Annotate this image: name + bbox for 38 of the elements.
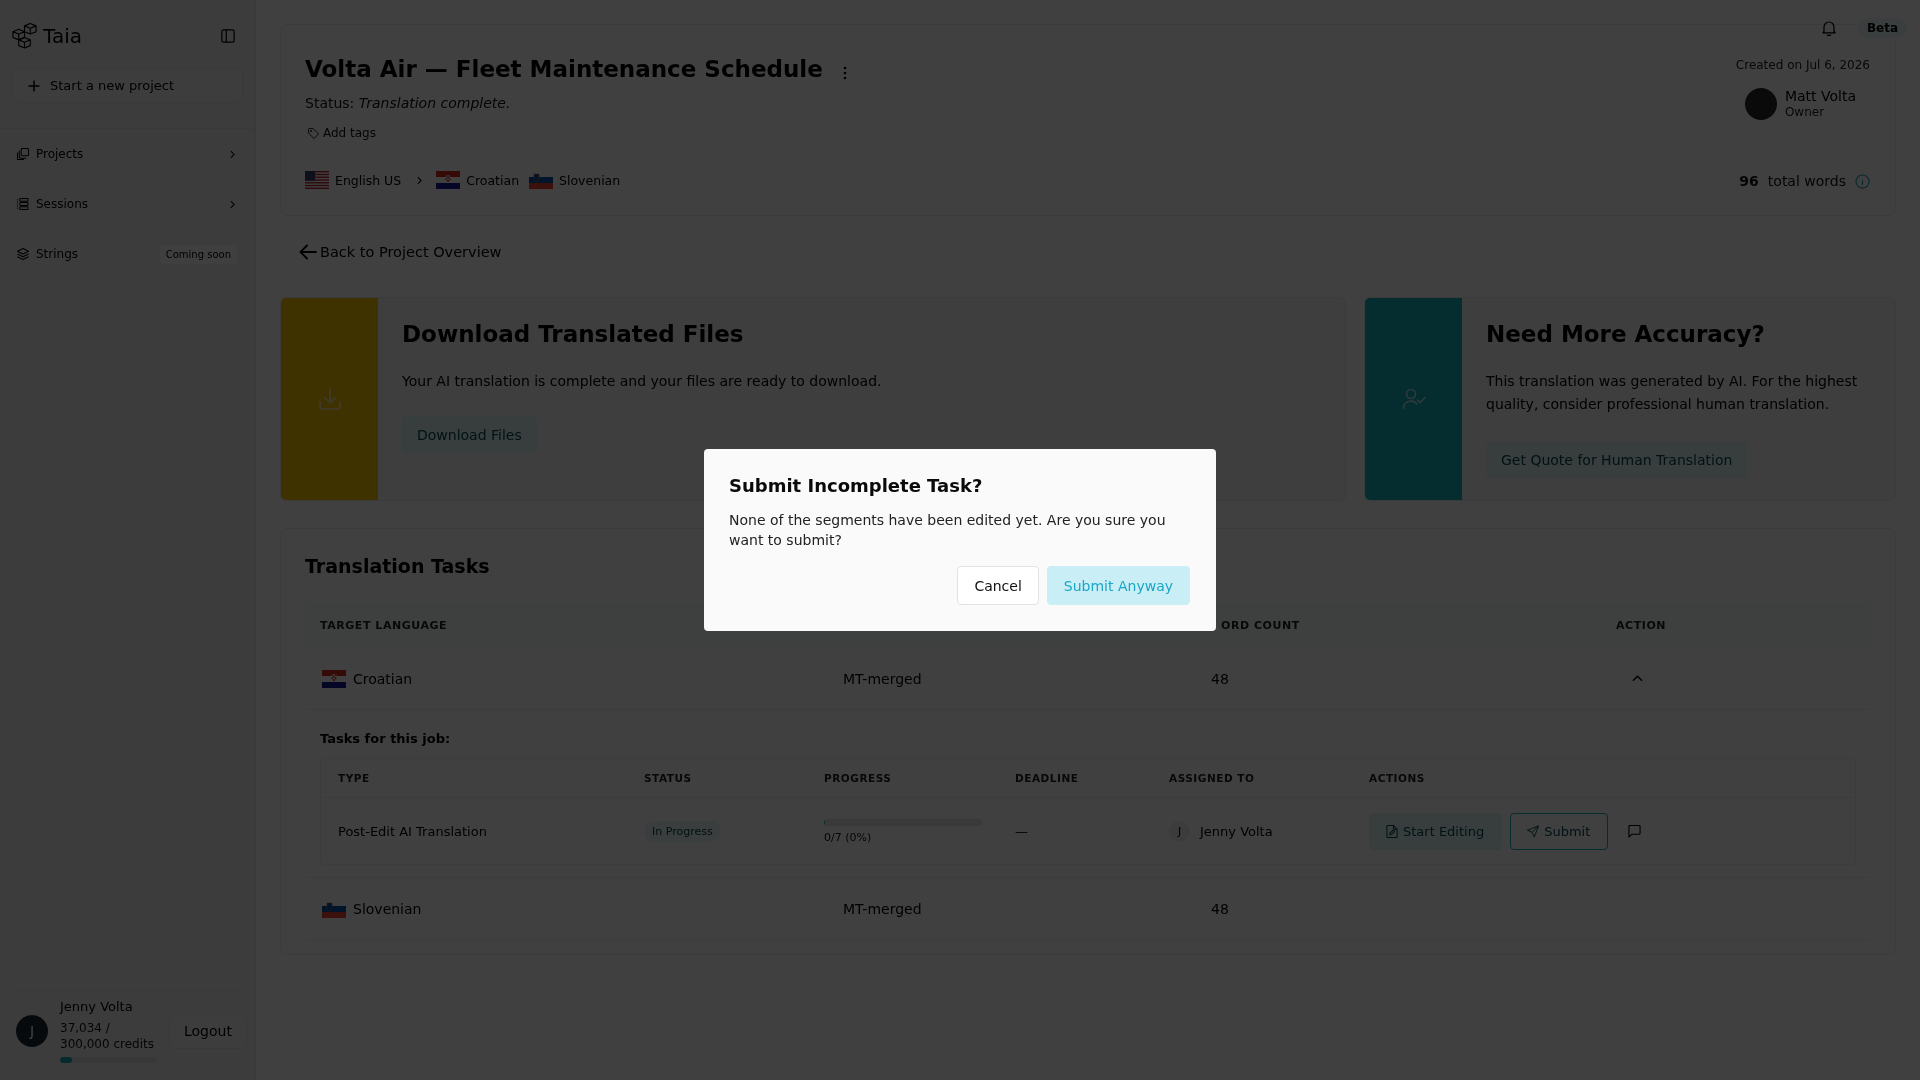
table-cell: MT-merged (843, 900, 922, 917)
table-cell: — (1015, 823, 1028, 839)
column-header: PROGRESS (824, 772, 892, 784)
user-name: Jenny Volta (60, 999, 134, 1015)
column-header: STATUS (644, 772, 692, 784)
language-name: Croatian (466, 172, 520, 188)
owner-role: Owner (1784, 105, 1826, 120)
column-header: ACTIONS (1369, 772, 1425, 784)
table-cell: Croatian (353, 670, 413, 687)
card-text: This translation was generated by AI. For the highest quality, consider professional human translation. (1486, 372, 1859, 414)
project-status: Status: Translation complete. (305, 94, 512, 113)
card-title: Need More Accuracy? (1486, 320, 1766, 349)
table-cell: MT-merged (843, 670, 922, 687)
language-name: English US (335, 172, 402, 188)
dialog-text: None of the segments have been edited yet. Are you sure you want to submit? (729, 511, 1167, 550)
created-date: Created on Jul 6, 2026 (1735, 57, 1870, 73)
column-header: DEADLINE (1015, 772, 1079, 784)
cancel-button[interactable]: Cancel (957, 566, 1039, 605)
language-name: Slovenian (559, 172, 621, 188)
credits-text: 37,034 / 300,000 credits (60, 1020, 155, 1052)
dialog-title: Submit Incomplete Task? (729, 474, 984, 498)
table-cell: 48 (1211, 900, 1229, 917)
column-header: ASSIGNED TO (1169, 772, 1255, 784)
card-text: Your AI translation is complete and your files are ready to download. (402, 372, 882, 391)
project-title: Volta Air — Fleet Maintenance Schedule (305, 55, 823, 84)
table-cell: Jenny Volta (1200, 823, 1273, 839)
owner-name: Matt Volta (1784, 88, 1856, 105)
table-cell: 48 (1211, 670, 1229, 687)
card-title: Download Translated Files (402, 320, 745, 349)
subsection-title: Tasks for this job: (320, 730, 452, 748)
total-word-count: 96 (1739, 173, 1759, 189)
total-words-label: total words (1767, 173, 1846, 189)
brand-name: Taia (43, 24, 82, 48)
section-title: Translation Tasks (305, 554, 491, 579)
confirm-button[interactable]: Submit Anyway (1046, 566, 1190, 605)
column-header: TYPE (338, 772, 370, 784)
table-cell: Slovenian (353, 900, 422, 917)
table-cell: Post-Edit AI Translation (338, 823, 487, 839)
